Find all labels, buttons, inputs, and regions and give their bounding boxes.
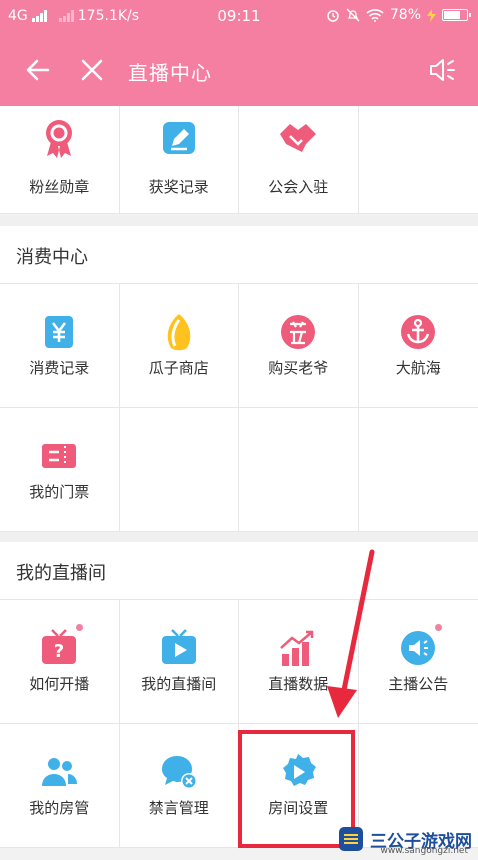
consumption-grid: 消费记录 瓜子商店 购买老爷 大航海 我的门票 bbox=[0, 284, 478, 532]
users-icon bbox=[42, 758, 78, 786]
new-badge-dot bbox=[75, 624, 83, 631]
consumption-record-label: 消费记录 bbox=[29, 359, 90, 377]
seed-shop-item[interactable]: 瓜子商店 bbox=[119, 284, 239, 408]
svg-text:?: ? bbox=[54, 641, 64, 662]
seed-icon bbox=[167, 314, 191, 351]
buy-master-item[interactable]: 购买老爷 bbox=[239, 284, 359, 408]
award-record-label: 获奖记录 bbox=[148, 178, 209, 196]
empty-cell bbox=[358, 106, 478, 214]
voyage-label: 大航海 bbox=[395, 359, 441, 377]
my-ticket-item[interactable]: 我的门票 bbox=[0, 408, 120, 532]
guild-join-label: 公会入驻 bbox=[268, 178, 329, 196]
battery-percent: 78% bbox=[389, 7, 421, 23]
my-live-header: 我的直播间 bbox=[0, 542, 478, 600]
tv-question-icon: ? bbox=[42, 629, 77, 664]
my-live-room-label: 我的直播间 bbox=[141, 675, 217, 693]
master-icon bbox=[281, 315, 316, 349]
empty-cell bbox=[358, 408, 478, 532]
medal-icon bbox=[46, 120, 73, 158]
my-live-title: 我的直播间 bbox=[16, 563, 106, 584]
consumption-header: 消费中心 bbox=[0, 226, 478, 284]
guild-join-item[interactable]: 公会入驻 bbox=[239, 106, 359, 214]
my-ticket-label: 我的门票 bbox=[29, 483, 90, 501]
page-title: 直播中心 bbox=[128, 61, 212, 85]
watermark: 三公子游戏网 www.sangongzi.net bbox=[338, 826, 472, 856]
announcement-item[interactable]: 主播公告 bbox=[358, 600, 478, 724]
mute-chat-icon bbox=[161, 756, 197, 789]
how-to-stream-label: 如何开播 bbox=[29, 675, 90, 693]
mute-bell-icon bbox=[346, 8, 360, 22]
section-gap bbox=[0, 532, 478, 542]
seed-shop-label: 瓜子商店 bbox=[148, 359, 209, 377]
buy-master-label: 购买老爷 bbox=[268, 359, 329, 377]
tv-play-icon bbox=[161, 629, 196, 664]
award-record-item[interactable]: 获奖记录 bbox=[119, 106, 239, 214]
watermark-logo-icon bbox=[339, 827, 363, 851]
speaker-icon[interactable] bbox=[428, 56, 458, 84]
yuan-icon bbox=[45, 316, 74, 348]
ticket-icon bbox=[42, 444, 77, 468]
consumption-record-item[interactable]: 消费记录 bbox=[0, 284, 120, 408]
new-badge-dot bbox=[435, 624, 442, 631]
anchor-icon bbox=[401, 315, 436, 349]
live-data-item[interactable]: 直播数据 bbox=[239, 600, 359, 724]
room-managers-label: 我的房管 bbox=[29, 799, 90, 817]
voyage-item[interactable]: 大航海 bbox=[358, 284, 478, 408]
back-arrow-icon[interactable] bbox=[24, 56, 52, 84]
announcement-label: 主播公告 bbox=[388, 675, 449, 693]
empty-cell bbox=[239, 408, 359, 532]
alarm-icon bbox=[327, 10, 339, 22]
battery-icon bbox=[442, 9, 471, 21]
handshake-icon bbox=[280, 124, 317, 152]
bar-chart-icon bbox=[280, 630, 314, 666]
status-bar: 4G 175.1K/s 09:11 78% bbox=[0, 0, 478, 34]
announcement-icon bbox=[401, 631, 436, 665]
fan-medal-item[interactable]: 粉丝勋章 bbox=[0, 106, 120, 214]
close-icon[interactable] bbox=[78, 56, 106, 84]
how-to-stream-item[interactable]: ? 如何开播 bbox=[0, 600, 120, 724]
edit-icon bbox=[162, 122, 195, 154]
top-row-grid: 粉丝勋章 获奖记录 公会入驻 bbox=[0, 106, 478, 214]
status-right: 78% bbox=[326, 7, 471, 23]
empty-cell bbox=[119, 408, 239, 532]
charging-icon bbox=[427, 8, 436, 22]
watermark-url: www.sangongzi.net bbox=[380, 846, 468, 856]
room-managers-item[interactable]: 我的房管 bbox=[0, 724, 120, 848]
wifi-icon bbox=[366, 8, 384, 22]
section-gap bbox=[0, 216, 478, 226]
my-live-room-item[interactable]: 我的直播间 bbox=[119, 600, 239, 724]
fan-medal-label: 粉丝勋章 bbox=[29, 178, 90, 196]
mute-management-item[interactable]: 禁言管理 bbox=[119, 724, 239, 848]
live-data-label: 直播数据 bbox=[268, 675, 329, 693]
consumption-title: 消费中心 bbox=[16, 247, 88, 268]
mute-management-label: 禁言管理 bbox=[148, 799, 209, 817]
header: 直播中心 bbox=[0, 34, 478, 106]
